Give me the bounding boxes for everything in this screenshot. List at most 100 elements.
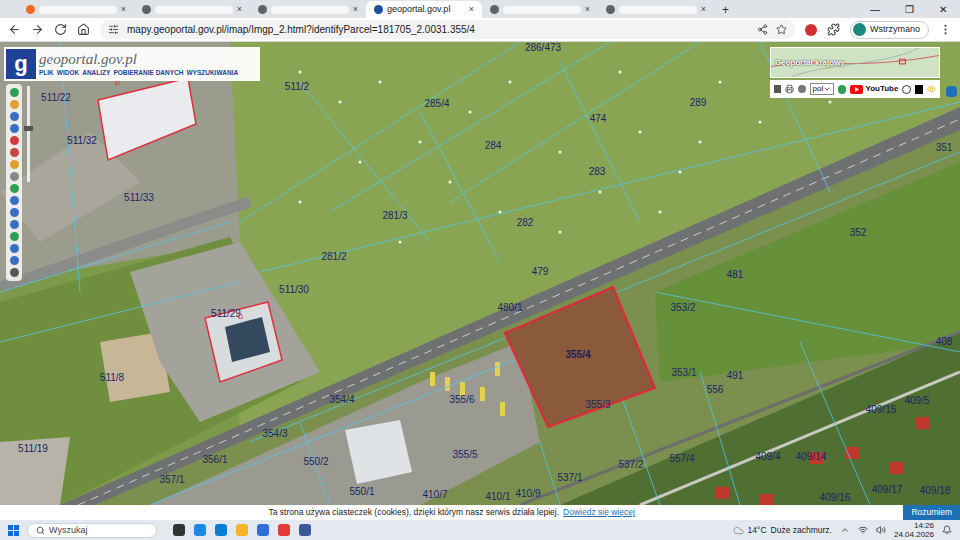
side-panel-icon[interactable] (946, 86, 957, 97)
new-tab-button[interactable]: + (722, 4, 729, 16)
accessibility-icon[interactable] (915, 85, 923, 94)
parcel-label: 354/3 (262, 429, 287, 439)
tab-close[interactable]: × (585, 5, 590, 14)
parcel-label: 289 (690, 98, 707, 108)
print-icon[interactable] (785, 84, 794, 94)
main-menu: PLIKWIDOKANALIZYPOBIERANIE DANYCHWYSZUKI… (39, 68, 238, 78)
tool-icon[interactable] (10, 244, 19, 253)
taskbar-app-icon[interactable] (257, 524, 269, 536)
forward-icon[interactable] (31, 23, 44, 36)
reload-icon[interactable] (54, 23, 67, 36)
browser-tab[interactable]: × (18, 1, 134, 18)
tool-icon[interactable] (10, 220, 19, 229)
menu-item[interactable]: PLIK (39, 68, 54, 78)
profile-button[interactable]: Wstrzymano (850, 21, 929, 39)
home-icon[interactable] (77, 23, 90, 36)
youtube-link[interactable]: YouTube (850, 85, 898, 94)
cookie-accept-button[interactable]: Rozumiem (903, 505, 960, 520)
tool-icon[interactable] (10, 100, 19, 109)
map-area[interactable]: 286/473511/22511/2285/4289474511/3228435… (0, 42, 960, 505)
taskbar-app-icon[interactable] (299, 524, 311, 536)
tool-icon[interactable] (10, 160, 19, 169)
avatar-icon (853, 23, 866, 36)
taskbar-app-icon[interactable] (173, 524, 185, 536)
minimap[interactable]: Geoportal krajowy (770, 47, 940, 78)
window-control[interactable]: ❐ (892, 1, 926, 18)
tab-close[interactable]: × (701, 5, 706, 14)
tool-icon[interactable] (10, 148, 19, 157)
tool-icon[interactable] (10, 124, 19, 133)
settings-icon[interactable] (838, 85, 846, 94)
geoportal-logo[interactable]: ggeoportal.gov.plPLIKWIDOKANALIZYPOBIERA… (4, 47, 260, 81)
parcel-label: 283 (589, 167, 606, 177)
browser-tab[interactable]: × (598, 1, 714, 18)
browser-tab[interactable]: × (250, 1, 366, 18)
menu-item[interactable]: WIDOK (57, 68, 79, 78)
weather-widget[interactable]: 14°CDuże zachmurz. (733, 525, 832, 536)
parcel-label: 355/5 (452, 450, 477, 460)
parcel-label: 474 (590, 114, 607, 124)
help-icon[interactable] (902, 85, 910, 94)
language-select[interactable]: pol (810, 83, 835, 95)
tray-chevron-icon[interactable] (840, 525, 850, 535)
windows-start-icon[interactable] (8, 525, 19, 536)
tool-icon[interactable] (10, 208, 19, 217)
back-icon[interactable] (8, 23, 21, 36)
tool-icon[interactable] (798, 85, 805, 93)
tool-icon[interactable] (10, 136, 19, 145)
tab-close[interactable]: × (121, 5, 126, 14)
menu-icon[interactable] (939, 23, 952, 36)
contrast-icon[interactable] (927, 84, 936, 94)
tool-icon[interactable] (10, 172, 19, 181)
tab-close[interactable]: × (353, 5, 358, 14)
tool-icon[interactable] (10, 232, 19, 241)
network-icon[interactable] (858, 525, 868, 535)
browser-tab[interactable]: × (134, 1, 250, 18)
bookmark-star-icon[interactable] (776, 24, 787, 35)
parcel-label: 409/5 (904, 396, 929, 406)
zoom-handle[interactable] (24, 126, 33, 131)
parcel-label: 355/4 (565, 350, 590, 360)
menu-item[interactable]: ANALIZY (82, 68, 110, 78)
parcel-label: 550/2 (303, 457, 328, 467)
tool-icon[interactable] (10, 112, 19, 121)
tool-icon[interactable] (10, 88, 19, 97)
tool-icon[interactable] (10, 268, 19, 277)
window-control[interactable]: — (858, 1, 892, 18)
tool-icon[interactable] (10, 256, 19, 265)
browser-tab[interactable]: geoportal.gov.pl × (366, 1, 482, 18)
parcel-label: 408 (936, 337, 953, 347)
tool-icon[interactable] (10, 196, 19, 205)
window-control[interactable]: ✕ (926, 1, 960, 18)
adblock-icon[interactable] (805, 24, 817, 36)
parcel-label: 511/19 (18, 444, 48, 454)
menu-item[interactable]: WYSZUKIWANIA (186, 68, 238, 78)
parcel-label: 511/2 (285, 82, 309, 92)
tab-title: geoportal.gov.pl (387, 3, 465, 17)
zoom-slider[interactable] (27, 86, 30, 182)
taskbar-search[interactable]: Wyszukaj (27, 523, 157, 538)
search-icon (36, 526, 45, 535)
taskbar-app-icon[interactable] (215, 524, 227, 536)
browser-tab[interactable]: × (482, 1, 598, 18)
cookie-link[interactable]: Dowiedz się więcej (563, 508, 635, 517)
url-field[interactable]: mapy.geoportal.gov.pl/imap/Imgp_2.html?i… (100, 20, 795, 39)
taskbar-app-icon[interactable] (236, 524, 248, 536)
extensions-icon[interactable] (827, 23, 840, 36)
parcel-label: 491 (727, 371, 744, 381)
tab-close[interactable]: × (469, 5, 474, 14)
menu-item[interactable]: POBIERANIE DANYCH (113, 68, 183, 78)
taskbar-app-icon[interactable] (194, 524, 206, 536)
notifications-icon[interactable] (942, 525, 952, 535)
parcel-label: 511/32 (67, 136, 97, 146)
satellite-map[interactable] (0, 42, 960, 505)
site-info-icon[interactable] (108, 24, 119, 35)
blurred-title (155, 6, 233, 14)
taskbar-app-icon[interactable] (278, 524, 290, 536)
tool-icon[interactable] (10, 184, 19, 193)
tool-icon[interactable] (774, 85, 781, 93)
volume-icon[interactable] (876, 525, 886, 535)
share-icon[interactable] (757, 24, 768, 35)
clock[interactable]: 14:2624.04.2026 (894, 521, 934, 539)
tab-close[interactable]: × (237, 5, 242, 14)
